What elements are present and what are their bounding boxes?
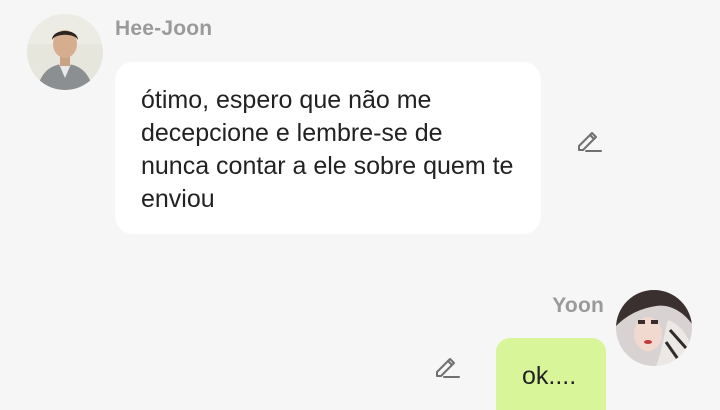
pencil-edit-icon bbox=[574, 124, 604, 154]
edit-message-button[interactable] bbox=[432, 350, 462, 380]
sender-name: Yoon bbox=[552, 294, 604, 317]
avatar-yoon[interactable] bbox=[616, 290, 692, 366]
outgoing-message-bubble[interactable]: ok.... bbox=[496, 338, 606, 410]
sender-name: Hee-Joon bbox=[115, 17, 213, 40]
edit-message-button[interactable] bbox=[574, 124, 604, 154]
pencil-edit-icon bbox=[432, 350, 462, 380]
avatar-hee-joon[interactable] bbox=[27, 14, 103, 90]
incoming-message-bubble[interactable]: ótimo, espero que não me decepcione e le… bbox=[115, 62, 541, 234]
